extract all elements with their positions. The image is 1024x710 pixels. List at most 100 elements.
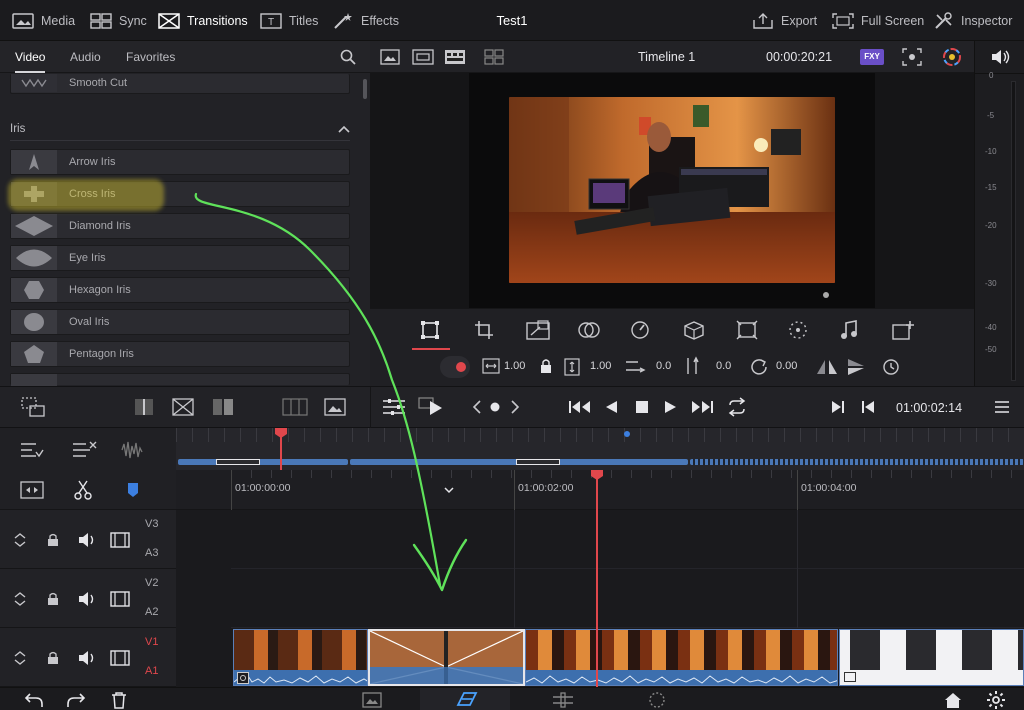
smart-insert-icon[interactable] (134, 398, 154, 416)
flip-horizontal-icon[interactable] (816, 358, 838, 376)
stabilization-icon[interactable] (682, 320, 706, 340)
reset-icon[interactable] (882, 358, 900, 376)
close-up-icon[interactable] (282, 398, 308, 416)
flag-marker-icon[interactable] (126, 482, 140, 498)
safe-area-icon[interactable] (902, 48, 922, 66)
chevron-down-icon[interactable] (444, 486, 454, 494)
mark-in-icon[interactable] (830, 399, 846, 415)
lock-icon[interactable] (540, 358, 552, 374)
settings-gear-icon[interactable] (986, 690, 1006, 710)
snap-icon[interactable] (20, 440, 44, 460)
mark-out-icon[interactable] (860, 399, 876, 415)
undo-icon[interactable] (24, 692, 44, 708)
scissors-icon[interactable] (74, 480, 92, 500)
sync-clip-icon[interactable] (20, 396, 46, 420)
chevron-left-icon[interactable] (472, 399, 482, 415)
stop-icon[interactable] (634, 399, 650, 415)
transition-item-arrow-iris[interactable]: Arrow Iris (10, 149, 350, 175)
trim-icon[interactable] (20, 481, 44, 499)
go-to-start-icon[interactable] (568, 399, 592, 415)
append-icon[interactable] (172, 398, 194, 416)
film-icon[interactable] (110, 591, 130, 607)
marker-dot[interactable] (624, 431, 630, 437)
menu-icon[interactable] (994, 400, 1010, 414)
position-x-value[interactable]: 0.0 (656, 360, 671, 372)
multicam-icon[interactable] (484, 49, 504, 65)
fx-badge[interactable]: FXY (860, 49, 884, 65)
full-screen-button[interactable]: Full Screen (832, 0, 924, 41)
reverse-play-icon[interactable] (604, 399, 618, 415)
lock-icon[interactable] (46, 532, 60, 548)
lens-correction-icon[interactable] (736, 320, 758, 340)
color-wheel-icon[interactable] (942, 47, 962, 67)
timeline-playhead[interactable] (596, 470, 598, 687)
transition-item-pentagon-iris[interactable]: Pentagon Iris (10, 341, 350, 367)
dynamic-zoom-icon[interactable] (526, 320, 550, 340)
inspector-button[interactable]: Inspector (934, 0, 1012, 41)
transition-item-smooth-cut[interactable]: Smooth Cut (10, 74, 350, 94)
viewer-options-icon[interactable] (820, 291, 832, 299)
loop-icon[interactable] (726, 397, 748, 417)
tab-favorites[interactable]: Favorites (126, 41, 175, 73)
position-y-value[interactable]: 0.0 (716, 360, 731, 372)
audio-tracks-icon[interactable] (72, 440, 98, 460)
track-lane-v2[interactable] (231, 569, 1024, 628)
transition-item-diamond-iris[interactable]: Diamond Iris (10, 213, 350, 239)
rotation-value[interactable]: 0.00 (776, 360, 797, 372)
upper-timeline-overview[interactable] (176, 428, 1024, 470)
composite-icon[interactable] (578, 320, 600, 340)
edit-page-icon[interactable] (552, 691, 574, 709)
timeline-options-icon[interactable] (382, 397, 406, 417)
timeline-tracks[interactable] (176, 470, 1024, 687)
redo-icon[interactable] (66, 692, 86, 708)
source-clip-icon[interactable] (380, 49, 400, 65)
media-tab[interactable]: Media (12, 0, 75, 41)
play-icon[interactable] (418, 397, 444, 417)
track-lane-v3[interactable] (231, 510, 1024, 569)
viewer[interactable] (370, 73, 974, 308)
lock-icon[interactable] (46, 650, 60, 666)
tab-audio[interactable]: Audio (70, 41, 101, 73)
speaker-icon[interactable] (991, 49, 1011, 65)
tab-video[interactable]: Video (15, 41, 46, 73)
chevron-up-icon[interactable] (338, 125, 350, 133)
speaker-icon[interactable] (78, 532, 96, 548)
ripple-overwrite-icon[interactable] (212, 398, 234, 416)
clip-2[interactable] (525, 629, 838, 686)
clip-1[interactable] (233, 629, 368, 686)
search-icon[interactable] (340, 49, 356, 65)
trash-icon[interactable] (110, 691, 128, 709)
home-icon[interactable] (944, 691, 962, 709)
resize-icon[interactable] (12, 532, 28, 548)
speaker-icon[interactable] (78, 591, 96, 607)
sync-tab[interactable]: Sync (90, 0, 147, 41)
record-toggle[interactable] (440, 356, 470, 378)
resize-icon[interactable] (12, 591, 28, 607)
titles-tab[interactable]: T Titles (260, 0, 318, 41)
add-effect-icon[interactable] (892, 320, 914, 340)
transitions-tab[interactable]: Transitions (158, 0, 248, 41)
cut-page-tab[interactable] (420, 688, 510, 710)
timeline-name[interactable]: Timeline 1 (638, 41, 695, 73)
forward-play-icon[interactable] (664, 399, 678, 415)
transition-item-partial[interactable] (10, 373, 350, 386)
flip-vertical-icon[interactable] (846, 358, 866, 376)
lock-icon[interactable] (46, 591, 60, 607)
transition-clip-cross-iris[interactable] (368, 629, 525, 686)
clip-3[interactable] (839, 629, 1024, 686)
source-tape-icon[interactable] (412, 49, 434, 65)
transition-item-eye-iris[interactable]: Eye Iris (10, 245, 350, 271)
smart-reframe-icon[interactable] (788, 320, 808, 340)
chevron-right-icon[interactable] (510, 399, 520, 415)
jog-dot-icon[interactable] (490, 402, 500, 412)
browser-scrollbar[interactable] (363, 79, 367, 99)
go-to-end-icon[interactable] (690, 399, 714, 415)
resize-icon[interactable] (12, 650, 28, 666)
media-page-icon[interactable] (362, 692, 382, 708)
speed-icon[interactable] (630, 320, 650, 340)
transition-item-hexagon-iris[interactable]: Hexagon Iris (10, 277, 350, 303)
export-button[interactable]: Export (752, 0, 817, 41)
fusion-page-icon[interactable] (648, 691, 666, 709)
film-icon[interactable] (110, 650, 130, 666)
audio-note-icon[interactable] (840, 320, 858, 340)
